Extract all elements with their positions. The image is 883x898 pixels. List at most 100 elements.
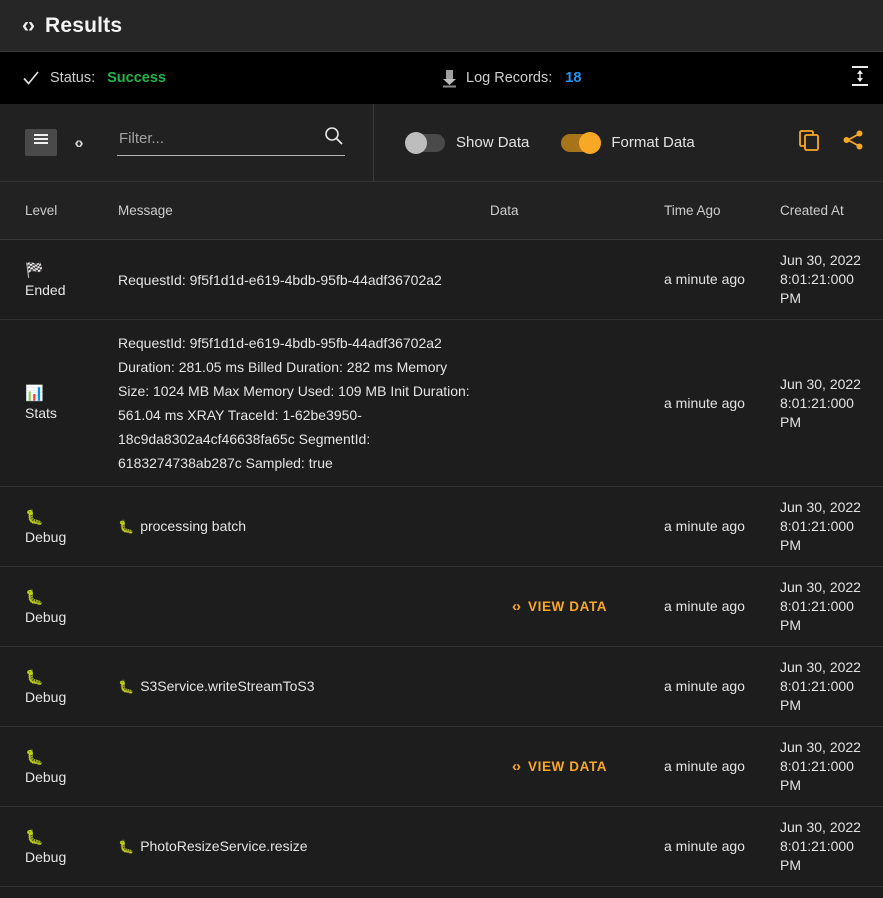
cell-time-ago: a minute ago [664,518,745,534]
level-label: Debug [25,528,67,545]
toggle-knob [405,131,427,154]
status-bar: Status: Success Log Records: 18 [0,52,883,104]
cell-level: 🐛 Debug [0,669,118,705]
cell-message: 🐛 processing batch [118,514,490,539]
code-view-button[interactable]: ‹› [57,129,89,156]
cell-level: 🏁 Ended [0,262,118,298]
cell-message: RequestId: 9f5f1d1d-e619-4bdb-95fb-44adf… [118,268,490,292]
toolbar-divider [373,103,374,182]
table-row[interactable]: 📊 Stats RequestId: 9f5f1d1d-e619-4bdb-95fb… [0,320,883,487]
cell-data: ‹› VIEW DATA [490,758,664,776]
view-data-label: VIEW DATA [528,598,608,614]
message-text: 🐛 S3Service.writeStreamToS3 [118,678,315,694]
log-records-label: Log Records: [466,70,553,86]
message-text: 🐛 processing batch [118,518,247,534]
list-view-button[interactable] [25,129,57,156]
cell-data: ‹› VIEW DATA [490,598,664,616]
table-row[interactable]: 🐛 Debug 🐛 S3Service.writeStreamToS3 a minute… [0,647,883,727]
level-icon: 📊 [25,385,44,402]
cell-message: 🐛 PhotoResizeService.resize [118,834,490,859]
log-records-icon [441,69,458,88]
cell-created-at: Jun 30, 2022 8:01:21:000 PM [780,252,861,306]
expand-height-button[interactable] [843,61,877,95]
check-icon [22,69,40,87]
cell-created-at: Jun 30, 2022 8:01:21:000 PM [780,819,861,873]
copy-button[interactable] [797,128,821,157]
cell-level: 🐛 Debug [0,749,118,785]
toolbar-actions [797,128,865,157]
show-data-toggle[interactable] [405,131,445,154]
table-header-row: Level Message Data Time Ago Created At [0,182,883,240]
code-brackets-icon: ‹› [512,757,521,775]
share-button[interactable] [841,128,865,157]
level-label: Debug [25,688,67,705]
level-icon: 🐛 [25,828,44,846]
cell-level: 🐛 Debug [0,509,118,545]
level-icon: 🐛 [25,668,44,686]
show-data-switch-group: Show Data [405,131,530,154]
list-view-icon [33,133,49,152]
cell-level: 📊 Stats [0,385,118,421]
cell-created-at: Jun 30, 2022 8:01:21:000 PM [780,375,861,430]
cell-time-ago: a minute ago [664,394,745,411]
status-value: Success [107,70,166,86]
table-row[interactable]: 🐛 Debug 🐛 PhotoResizeService.resize a minute… [0,807,883,887]
view-data-link[interactable]: ‹› VIEW DATA [490,598,607,615]
cell-time-ago: a minute ago [664,758,745,774]
copy-icon [797,128,821,157]
cell-time-ago: a minute ago [664,271,745,287]
message-text: RequestId: 9f5f1d1d-e619-4bdb-95fb-44adf… [118,335,470,471]
column-header-created-at: Created At [780,203,844,218]
table-body: 🏁 Ended RequestId: 9f5f1d1d-e619-4bdb-95fb… [0,240,883,898]
table-row[interactable]: 🐛Debug ‹› VIEW DATA a minute ago Jun 30, 202… [0,727,883,807]
level-label: Ended [25,281,66,298]
cell-created-at: Jun 30, 2022 8:01:21:000 PM [780,579,861,633]
results-panel: ‹› Results Status: Success Log Records: … [0,0,883,898]
code-brackets-icon: ‹› [512,597,521,615]
format-data-label: Format Data [611,134,695,151]
level-label: Stats [25,405,57,421]
cell-time-ago: a minute ago [664,838,745,854]
format-data-toggle[interactable] [561,131,602,154]
status-group: Status: Success [22,69,166,87]
view-data-label: VIEW DATA [528,758,608,774]
log-records-value: 18 [565,70,582,86]
search-icon[interactable] [324,126,343,150]
page-title: Results [45,13,123,37]
cell-message: 🐛 S3Service.writeStreamToS3 [118,674,490,699]
code-view-icon: ‹› [74,132,83,152]
format-data-switch-group: Format Data [561,131,695,154]
toolbar: ‹› Show Data Format Data [0,103,883,182]
expand-height-icon [849,64,871,93]
log-table: Level Message Data Time Ago Created At 🏁… [0,182,883,898]
level-icon: 🏁 [25,261,44,279]
filter-field [117,126,345,156]
cell-created-at: Jun 30, 2022 8:01:21:000 PM [780,499,861,553]
share-icon [841,128,865,157]
level-icon: 🐛 [25,748,44,766]
level-label: Debug [25,608,67,625]
status-label: Status: [50,70,96,86]
table-row[interactable]: 🐛Debug‹›VIEW DATAa minute agoJun 30, 202… [0,567,883,647]
code-brackets-icon: ‹› [22,14,35,37]
column-header-time-ago: Time Ago [664,203,721,218]
table-row[interactable]: 🐛Debug‹›VIEW DATAa minute agoJun 30, 202… [0,887,883,898]
column-header-data: Data [490,203,519,218]
data-switches: Show Data Format Data [405,131,695,154]
cell-time-ago: a minute ago [664,678,745,694]
table-row[interactable]: 🐛 Debug 🐛 processing batch a minute ago Jun 3… [0,487,883,567]
filter-input[interactable] [117,129,345,156]
cell-message: RequestId: 9f5f1d1d-e619-4bdb-95fb-44adf… [118,331,490,475]
message-text: 🐛 PhotoResizeService.resize [118,838,308,854]
cell-time-ago: a minute ago [664,598,745,614]
log-records-group: Log Records: 18 [441,69,581,88]
message-text: RequestId: 9f5f1d1d-e619-4bdb-95fb-44adf… [118,271,442,288]
message-icon: 🐛 [118,839,135,854]
view-data-link[interactable]: ‹› VIEW DATA [490,758,607,775]
show-data-label: Show Data [456,134,530,151]
column-header-level: Level [25,203,58,218]
title-bar: ‹› Results [0,0,883,52]
message-icon: 🐛 [118,519,135,534]
table-row[interactable]: 🏁 Ended RequestId: 9f5f1d1d-e619-4bdb-95fb… [0,240,883,320]
cell-created-at: Jun 30, 2022 8:01:21:000 PM [780,739,861,793]
